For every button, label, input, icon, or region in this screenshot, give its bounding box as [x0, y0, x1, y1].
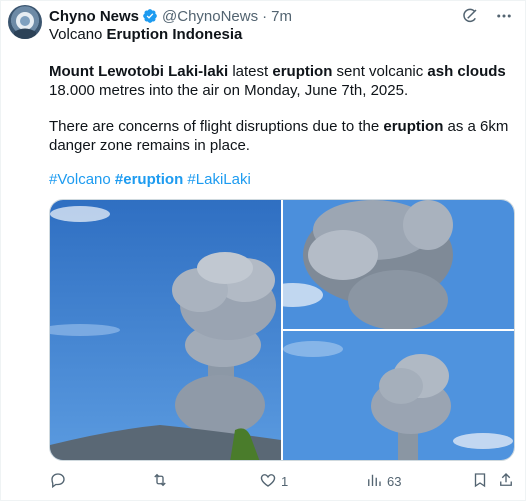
retweet-button[interactable]: [151, 471, 173, 491]
hashtag-eruption[interactable]: #eruption: [115, 171, 183, 188]
media-image-2[interactable]: [283, 200, 514, 329]
bookmark-button[interactable]: [471, 471, 489, 491]
action-bar: 1 63: [49, 471, 515, 493]
tweet-header: Chyno News @ChynoNews · 7m: [49, 6, 292, 26]
text-segment: danger zone remains in place.: [49, 137, 250, 154]
media-image-3[interactable]: [283, 331, 514, 460]
top-icons: [461, 7, 513, 25]
tweet-text-line-2: Mount Lewotobi Laki-laki latest eruption…: [49, 62, 506, 82]
text-segment-bold: Eruption Indonesia: [106, 26, 243, 43]
text-segment-bold: ash clouds: [427, 63, 506, 80]
more-icon[interactable]: [495, 7, 513, 25]
media-image-1[interactable]: [50, 200, 281, 460]
grok-icon[interactable]: [461, 7, 479, 25]
tweet-text-line-3: 18.000 metres into the air on Monday, Ju…: [49, 81, 408, 101]
hashtag-volcano[interactable]: #Volcano: [49, 171, 111, 188]
author-name[interactable]: Chyno News: [49, 8, 139, 25]
media-grid: [49, 199, 515, 461]
bookmark-icon: [471, 471, 489, 492]
text-segment: There are concerns of flight disruptions…: [49, 118, 384, 135]
text-segment-bold: eruption: [272, 63, 333, 80]
views-button[interactable]: 63: [365, 471, 401, 491]
like-button[interactable]: 1: [259, 471, 288, 491]
tweet-card[interactable]: Chyno News @ChynoNews · 7m Volcano Erupt…: [0, 0, 526, 501]
tweet-text-line-1: Volcano Eruption Indonesia: [49, 25, 242, 45]
views-icon: [365, 471, 383, 492]
avatar[interactable]: [8, 5, 42, 39]
text-segment: 18.000 metres into the air on Monday, Ju…: [49, 82, 409, 99]
share-button[interactable]: [497, 471, 515, 491]
tweet-text-line-4: There are concerns of flight disruptions…: [49, 117, 508, 137]
hashtag-lakilaki[interactable]: #LakiLaki: [187, 171, 250, 188]
retweet-icon: [151, 471, 169, 492]
timestamp[interactable]: 7m: [271, 8, 292, 25]
like-icon: [259, 471, 277, 492]
tweet-text-line-5: danger zone remains in place.: [49, 136, 250, 156]
hashtags: #Volcano #eruption #LakiLaki: [49, 170, 251, 190]
text-segment: sent volcanic: [332, 63, 428, 80]
text-segment: as a 6km: [443, 118, 509, 135]
views-count: 63: [387, 473, 402, 489]
text-segment: latest: [228, 63, 273, 80]
like-count: 1: [281, 473, 289, 489]
text-segment-bold: Mount Lewotobi Laki-laki: [49, 63, 229, 80]
share-icon: [497, 471, 515, 492]
reply-button[interactable]: [49, 471, 71, 491]
reply-icon: [49, 471, 67, 492]
separator-dot: ·: [262, 7, 268, 25]
verified-icon: [142, 8, 158, 24]
text-segment: Volcano: [49, 26, 107, 43]
text-segment-bold: eruption: [383, 118, 444, 135]
author-handle[interactable]: @ChynoNews: [162, 8, 258, 25]
